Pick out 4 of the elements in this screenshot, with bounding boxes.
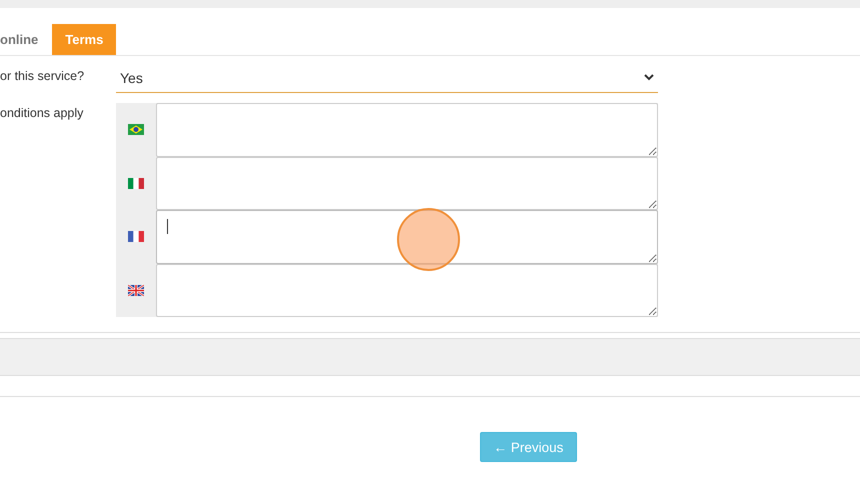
tab[interactable]: online xyxy=(0,24,52,55)
tab[interactable]: Terms xyxy=(52,24,116,55)
field-label: onditions apply xyxy=(0,105,84,122)
field-label: or this service? xyxy=(0,68,86,85)
